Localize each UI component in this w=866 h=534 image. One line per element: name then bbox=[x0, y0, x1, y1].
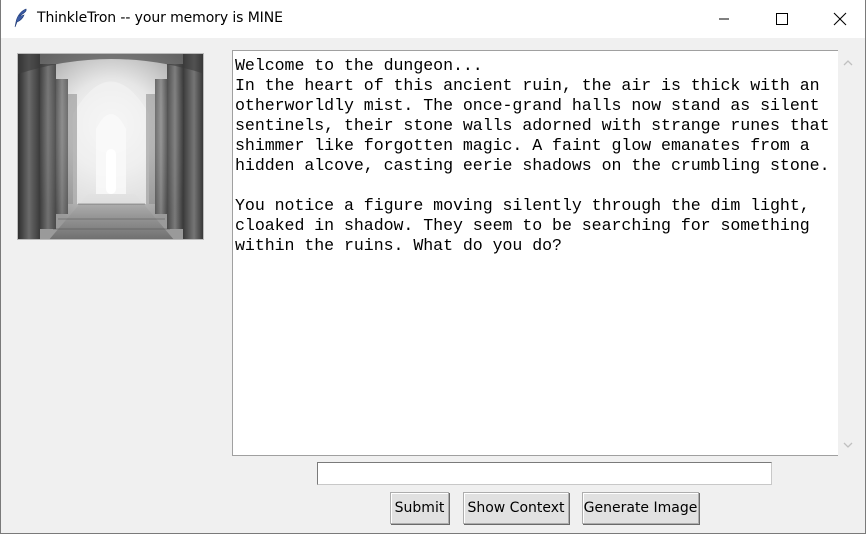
story-line: hidden alcove, casting eerie shadows on … bbox=[235, 156, 830, 175]
window-title: ThinkleTron -- your memory is MINE bbox=[37, 10, 283, 26]
chevron-down-icon[interactable] bbox=[842, 438, 854, 450]
title-bar[interactable]: ThinkleTron -- your memory is MINE bbox=[1, 0, 865, 38]
story-line: within the ruins. What do you do? bbox=[235, 236, 562, 255]
close-button[interactable] bbox=[817, 0, 863, 38]
maximize-icon bbox=[776, 13, 788, 25]
generate-image-button[interactable]: Generate Image bbox=[582, 492, 699, 524]
story-line: otherworldly mist. The once-grand halls … bbox=[235, 96, 820, 115]
story-line: In the heart of this ancient ruin, the a… bbox=[235, 76, 820, 95]
command-input[interactable] bbox=[317, 462, 772, 485]
app-window: ThinkleTron -- your memory is MINE Welco… bbox=[0, 0, 866, 534]
close-icon bbox=[833, 12, 847, 26]
story-line: Welcome to the dungeon... bbox=[235, 56, 483, 75]
story-line: cloaked in shadow. They seem to be searc… bbox=[235, 216, 810, 235]
story-text-area[interactable]: Welcome to the dungeon... In the heart of… bbox=[232, 50, 838, 456]
submit-button[interactable]: Submit bbox=[390, 492, 449, 524]
story-line: shimmer like forgotten magic. A faint gl… bbox=[235, 136, 810, 155]
feather-icon bbox=[13, 8, 29, 28]
minimize-button[interactable] bbox=[701, 0, 747, 38]
show-context-button[interactable]: Show Context bbox=[463, 492, 569, 524]
dungeon-scene-image bbox=[17, 53, 204, 240]
minimize-icon bbox=[719, 18, 729, 20]
story-line: You notice a figure moving silently thro… bbox=[235, 196, 810, 215]
maximize-button[interactable] bbox=[759, 0, 805, 38]
story-scrollbar[interactable] bbox=[838, 50, 858, 456]
chevron-up-icon[interactable] bbox=[842, 56, 854, 68]
story-line: sentinels, their stone walls adorned wit… bbox=[235, 116, 830, 135]
story-text: Welcome to the dungeon... In the heart of… bbox=[235, 56, 838, 256]
story-line bbox=[235, 176, 838, 196]
